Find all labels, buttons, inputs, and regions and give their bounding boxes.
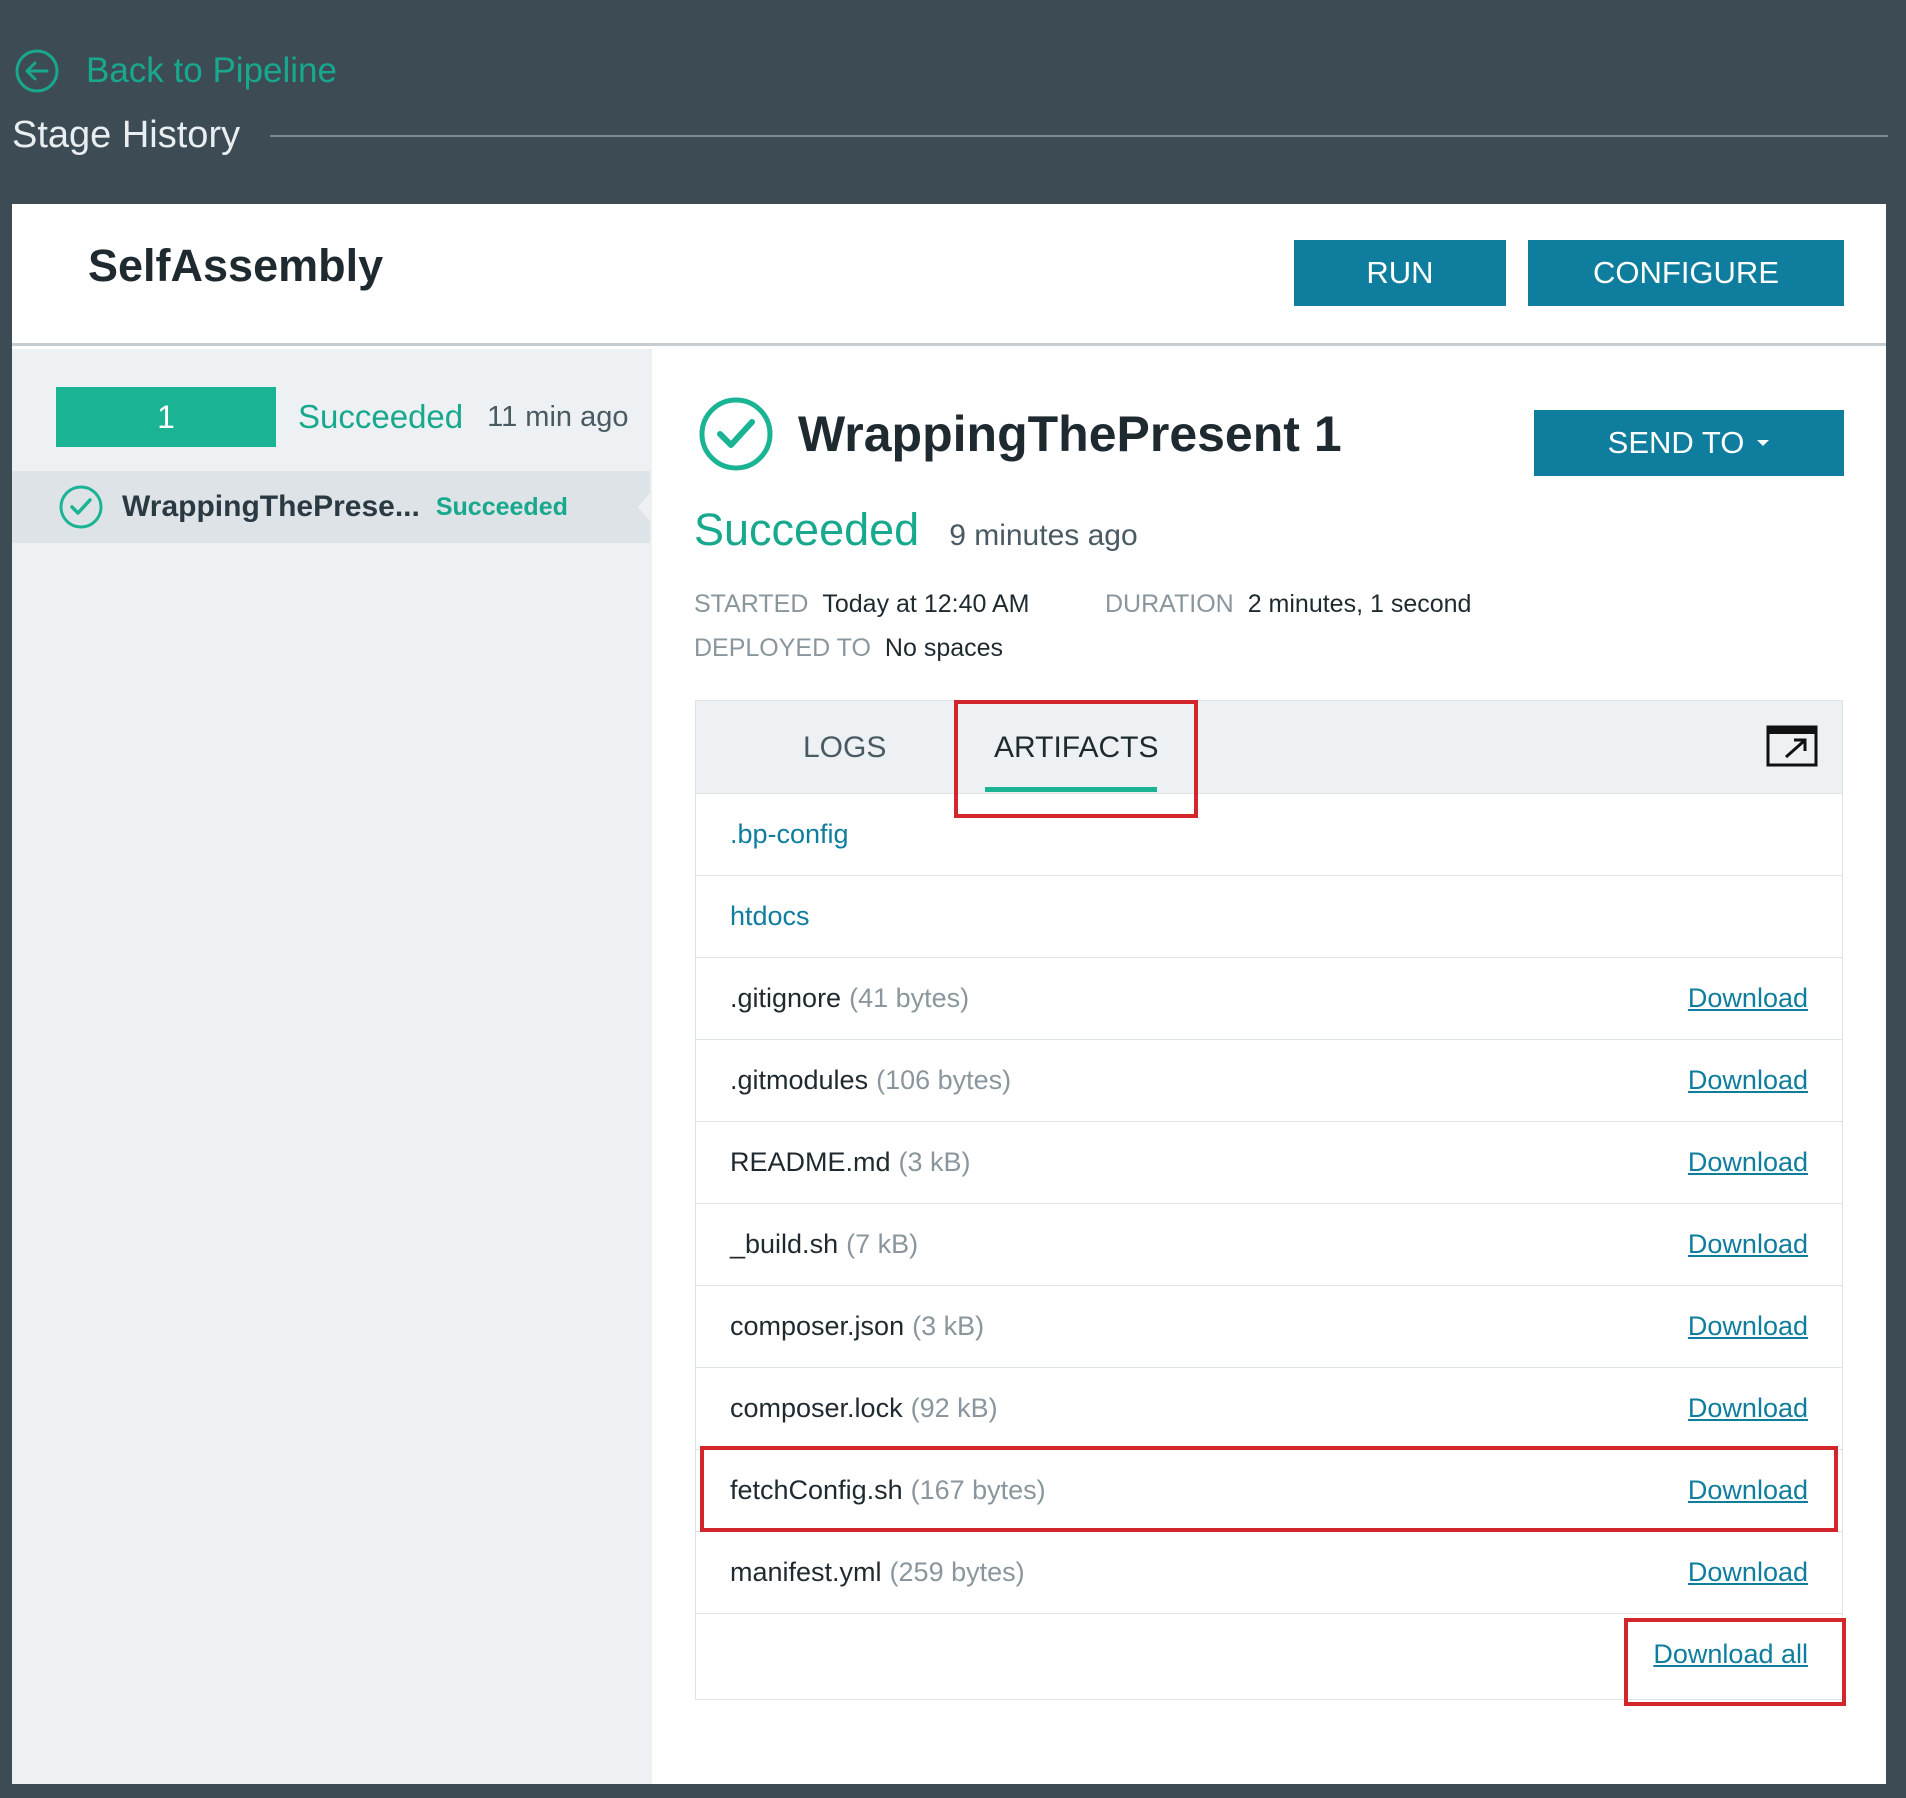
job-status-line: Succeeded 9 minutes ago xyxy=(694,504,1138,556)
file-name: .gitignore xyxy=(730,983,842,1013)
folder-link[interactable]: .bp-config xyxy=(730,819,849,850)
duration-label: DURATION xyxy=(1105,590,1234,618)
artifact-file-row: manifest.yml (259 bytes) Download xyxy=(696,1531,1842,1613)
file-name: manifest.yml xyxy=(730,1557,882,1587)
job-entry-selected[interactable]: WrappingThePrese... Succeeded xyxy=(12,471,650,543)
download-link[interactable]: Download xyxy=(1688,1147,1808,1178)
job-output-panel: LOGS ARTIFACTS .bp-config htdocs .gitign… xyxy=(695,700,1843,1700)
file-name: composer.lock xyxy=(730,1393,903,1423)
back-link-label: Back to Pipeline xyxy=(86,51,337,90)
download-link[interactable]: Download xyxy=(1688,1065,1808,1096)
job-finished-ago: 9 minutes ago xyxy=(949,519,1138,552)
open-new-window-icon[interactable] xyxy=(1766,725,1818,767)
file-name: composer.json xyxy=(730,1311,905,1341)
active-tab-indicator xyxy=(985,787,1157,792)
stage-card: SelfAssembly RUN CONFIGURE 1 Succeeded 1… xyxy=(12,204,1886,1784)
back-to-pipeline-link[interactable]: Back to Pipeline xyxy=(14,48,337,94)
deployed-value: No spaces xyxy=(884,634,1004,662)
file-name: fetchConfig.sh xyxy=(730,1475,903,1505)
run-history-sidebar: 1 Succeeded 11 min ago WrappingThePrese.… xyxy=(12,349,652,1784)
artifact-file-row: README.md (3 kB) Download xyxy=(696,1121,1842,1203)
file-size: (41 bytes) xyxy=(849,983,970,1013)
run-status: Succeeded xyxy=(298,398,464,435)
file-size: (7 kB) xyxy=(846,1229,919,1259)
file-size: (167 bytes) xyxy=(910,1475,1046,1505)
file-size: (259 bytes) xyxy=(889,1557,1025,1587)
stage-name: SelfAssembly xyxy=(88,240,384,291)
file-name: _build.sh xyxy=(730,1229,839,1259)
card-header: SelfAssembly RUN CONFIGURE xyxy=(12,204,1886,346)
job-title-row: WrappingThePresent 1 xyxy=(698,396,1342,472)
artifact-file-row: composer.json (3 kB) Download xyxy=(696,1285,1842,1367)
job-status-large: Succeeded xyxy=(694,504,920,555)
deployed-meta: DEPLOYED TO No spaces xyxy=(694,634,1003,663)
tab-logs[interactable]: LOGS xyxy=(803,731,886,765)
run-button[interactable]: RUN xyxy=(1294,240,1506,306)
folder-link[interactable]: htdocs xyxy=(730,901,810,932)
check-circle-icon xyxy=(59,485,103,529)
download-all-row: Download all xyxy=(696,1613,1842,1695)
started-value: Today at 12:40 AM xyxy=(822,590,1030,618)
check-circle-icon xyxy=(699,397,773,471)
artifact-file-row: _build.sh (7 kB) Download xyxy=(696,1203,1842,1285)
back-arrow-icon xyxy=(15,49,59,93)
download-all-link[interactable]: Download all xyxy=(1653,1639,1808,1670)
file-size: (3 kB) xyxy=(912,1311,985,1341)
duration-meta: DURATION 2 minutes, 1 second xyxy=(1105,590,1471,619)
download-link[interactable]: Download xyxy=(1688,1557,1808,1588)
section-title: Stage History xyxy=(12,114,241,156)
file-name: README.md xyxy=(730,1147,891,1177)
file-size: (106 bytes) xyxy=(876,1065,1012,1095)
artifact-file-row: .gitignore (41 bytes) Download xyxy=(696,957,1842,1039)
artifact-folder-row[interactable]: .bp-config xyxy=(696,793,1842,875)
configure-button[interactable]: CONFIGURE xyxy=(1528,240,1844,306)
download-link[interactable]: Download xyxy=(1688,1229,1808,1260)
stage-history-header: Stage History xyxy=(12,114,1888,157)
started-meta: STARTED Today at 12:40 AM xyxy=(694,590,1029,619)
artifact-file-row: .gitmodules (106 bytes) Download xyxy=(696,1039,1842,1121)
output-tabs: LOGS ARTIFACTS xyxy=(696,701,1842,793)
job-name: WrappingThePrese... xyxy=(122,490,420,523)
divider xyxy=(270,134,1888,137)
started-label: STARTED xyxy=(694,590,809,618)
artifact-file-row: composer.lock (92 kB) Download xyxy=(696,1367,1842,1449)
download-link[interactable]: Download xyxy=(1688,1393,1808,1424)
download-link[interactable]: Download xyxy=(1688,983,1808,1014)
artifact-folder-row[interactable]: htdocs xyxy=(696,875,1842,957)
job-status: Succeeded xyxy=(435,492,568,521)
tab-artifacts[interactable]: ARTIFACTS xyxy=(994,731,1158,765)
caret-down-icon xyxy=(1757,440,1770,446)
send-to-button[interactable]: SEND TO xyxy=(1534,410,1844,476)
file-size: (92 kB) xyxy=(910,1393,998,1423)
send-to-label: SEND TO xyxy=(1607,425,1745,460)
run-number-badge[interactable]: 1 xyxy=(56,387,276,447)
download-link[interactable]: Download xyxy=(1688,1475,1808,1506)
run-entry[interactable]: 1 Succeeded 11 min ago xyxy=(56,387,628,447)
job-title: WrappingThePresent 1 xyxy=(798,406,1342,462)
download-link[interactable]: Download xyxy=(1688,1311,1808,1342)
file-name: .gitmodules xyxy=(730,1065,869,1095)
deployed-label: DEPLOYED TO xyxy=(694,634,871,662)
duration-value: 2 minutes, 1 second xyxy=(1247,590,1472,618)
run-time: 11 min ago xyxy=(487,400,629,433)
artifact-file-row: fetchConfig.sh (167 bytes) Download xyxy=(696,1449,1842,1531)
file-size: (3 kB) xyxy=(898,1147,971,1177)
